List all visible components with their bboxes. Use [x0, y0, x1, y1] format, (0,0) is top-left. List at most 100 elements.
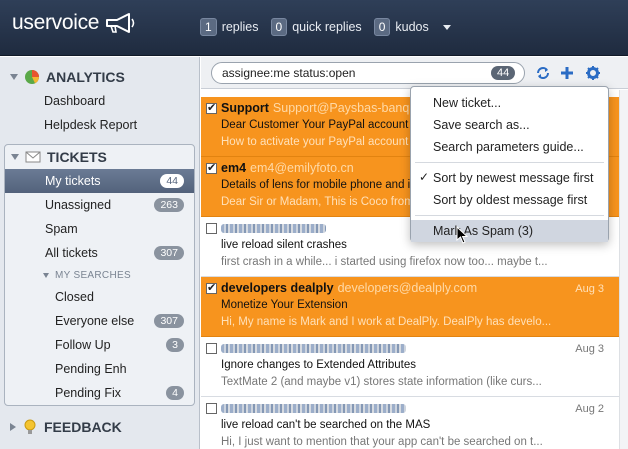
- sidebar-item-label: All tickets: [45, 246, 98, 260]
- my-searches-title: MY SEARCHES: [55, 269, 131, 281]
- ticket-subject: live reload silent crashes: [221, 239, 347, 251]
- ticket-subject: Details of lens for mobile phone and iPh: [221, 179, 425, 191]
- my-searches-header[interactable]: MY SEARCHES: [5, 265, 194, 285]
- stats-dropdown-icon[interactable]: [442, 24, 451, 30]
- tickets-header[interactable]: TICKETS: [5, 145, 194, 169]
- ticket-checkbox[interactable]: [206, 343, 217, 354]
- ticket-checkbox[interactable]: ✔: [206, 162, 217, 174]
- sidebar-item-all-tickets[interactable]: All tickets 307: [5, 241, 194, 265]
- check-icon: ✔: [207, 102, 217, 114]
- tickets-section: TICKETS My tickets 44 Unassigned 263 Spa…: [4, 144, 195, 406]
- count-badge: 307: [154, 314, 184, 328]
- checkmark-icon: ✓: [419, 170, 430, 184]
- menu-item-mark-as-spam[interactable]: Mark As Spam (3): [411, 220, 608, 242]
- scrollbar[interactable]: [619, 90, 628, 449]
- pie-chart-icon: [24, 69, 40, 85]
- count-badge: 4: [166, 386, 184, 400]
- menu-item-sort-oldest[interactable]: Sort by oldest message first: [411, 189, 608, 211]
- menu-item-sort-newest[interactable]: ✓ Sort by newest message first: [411, 167, 608, 189]
- redacted-sender: [221, 404, 406, 414]
- add-icon[interactable]: [559, 65, 575, 81]
- ticket-date: Aug 3: [575, 343, 604, 355]
- ticket-preview: Hi, I just want to mention that your app…: [221, 436, 543, 448]
- sidebar-item-label: Helpdesk Report: [44, 118, 138, 132]
- sidebar: ANALYTICS Dashboard Helpdesk Report TICK…: [0, 57, 200, 449]
- collapse-icon: [10, 74, 18, 80]
- mouse-cursor-icon: [456, 225, 470, 244]
- sidebar-item-pending-enh[interactable]: Pending Enh: [5, 357, 194, 381]
- sidebar-item-label: Pending Enh: [55, 362, 127, 376]
- sidebar-item-pending-fix[interactable]: Pending Fix 4: [5, 381, 194, 405]
- sidebar-item-unassigned[interactable]: Unassigned 263: [5, 193, 194, 217]
- ticket-subject: Dear Customer Your PayPal account Ha: [221, 119, 427, 131]
- sidebar-item-closed[interactable]: Closed: [5, 285, 194, 309]
- count-badge: 3: [166, 338, 184, 352]
- refresh-icon[interactable]: [535, 65, 551, 81]
- megaphone-icon: [103, 11, 139, 35]
- top-bar: uservoice 1 replies 0 quick replies 0 ku…: [0, 0, 628, 56]
- menu-item-label: New ticket...: [433, 96, 502, 110]
- ticket-sender-email: Support@Paysbas-banqu: [272, 101, 417, 115]
- sidebar-item-follow-up[interactable]: Follow Up 3: [5, 333, 194, 357]
- stat-kudos[interactable]: 0 kudos: [373, 18, 429, 36]
- replies-label: replies: [221, 20, 259, 34]
- ticket-checkbox[interactable]: [206, 223, 217, 234]
- menu-item-new-ticket[interactable]: New ticket...: [411, 92, 608, 114]
- analytics-title: ANALYTICS: [46, 69, 125, 85]
- replies-count: 1: [200, 18, 217, 36]
- envelope-icon: [25, 149, 41, 165]
- sidebar-item-label: Follow Up: [55, 338, 111, 352]
- ticket-checkbox[interactable]: ✔: [206, 282, 217, 294]
- ticket-sender-name: Support: [221, 101, 269, 115]
- sidebar-item-everyone-else[interactable]: Everyone else 307: [5, 309, 194, 333]
- menu-item-label: Save search as...: [433, 118, 530, 132]
- check-icon: ✔: [207, 282, 217, 294]
- analytics-header[interactable]: ANALYTICS: [0, 65, 199, 89]
- sidebar-item-dashboard[interactable]: Dashboard: [0, 89, 199, 113]
- menu-item-label: Mark As Spam (3): [433, 224, 534, 238]
- menu-item-search-guide[interactable]: Search parameters guide...: [411, 136, 608, 158]
- ticket-sender-name: em4: [221, 161, 247, 175]
- stats-bar: 1 replies 0 quick replies 0 kudos: [200, 18, 451, 36]
- redacted-sender: [221, 224, 326, 234]
- ticket-row[interactable]: ✔ developers dealply developers@dealply.c…: [201, 277, 628, 337]
- search-input[interactable]: [211, 62, 525, 84]
- gear-icon[interactable]: [585, 65, 601, 81]
- sidebar-item-label: My tickets: [45, 174, 101, 188]
- ticket-row[interactable]: live reload can't be searched on the MAS…: [201, 397, 628, 449]
- kudos-count: 0: [373, 18, 391, 36]
- menu-item-save-search[interactable]: Save search as...: [411, 114, 608, 136]
- count-badge: 263: [154, 198, 184, 212]
- ticket-sender-name: developers dealply: [221, 281, 334, 295]
- lightbulb-icon: [22, 419, 38, 435]
- sidebar-item-label: Everyone else: [55, 314, 135, 328]
- feedback-title: FEEDBACK: [44, 419, 122, 435]
- sidebar-item-label: Spam: [45, 222, 78, 236]
- expand-icon: [10, 423, 16, 431]
- settings-dropdown-menu: New ticket... Save search as... Search p…: [410, 86, 609, 242]
- sidebar-item-my-tickets[interactable]: My tickets 44: [5, 169, 194, 193]
- ticket-sender-email: developers@dealply.com: [337, 281, 478, 295]
- feedback-header[interactable]: FEEDBACK: [0, 415, 199, 439]
- kudos-label: kudos: [395, 20, 429, 34]
- stat-quick-replies[interactable]: 0 quick replies: [270, 18, 362, 36]
- menu-divider: [415, 215, 604, 216]
- stat-replies[interactable]: 1 replies: [200, 18, 259, 36]
- uservoice-logo[interactable]: uservoice: [12, 11, 139, 35]
- sidebar-item-helpdesk-report[interactable]: Helpdesk Report: [0, 113, 199, 137]
- ticket-preview: Hi, My name is Mark and I work at DealPl…: [221, 316, 551, 328]
- tickets-title: TICKETS: [47, 149, 107, 165]
- ticket-subject: Ignore changes to Extended Attributes: [221, 359, 416, 371]
- sidebar-item-spam[interactable]: Spam: [5, 217, 194, 241]
- collapse-icon: [43, 272, 49, 278]
- ticket-checkbox[interactable]: [206, 403, 217, 414]
- ticket-row[interactable]: Ignore changes to Extended Attributes Te…: [201, 337, 628, 397]
- ticket-date: Aug 2: [575, 403, 604, 415]
- ticket-preview: TextMate 2 (and maybe v1) stores state i…: [221, 376, 542, 388]
- ticket-checkbox[interactable]: ✔: [206, 102, 217, 114]
- ticket-sender-email: em4@emilyfoto.cn: [250, 161, 354, 175]
- search-result-count: 44: [491, 66, 516, 80]
- search-bar: 44: [201, 57, 628, 89]
- sidebar-item-label: Pending Fix: [55, 386, 122, 400]
- logo-text: uservoice: [12, 11, 100, 34]
